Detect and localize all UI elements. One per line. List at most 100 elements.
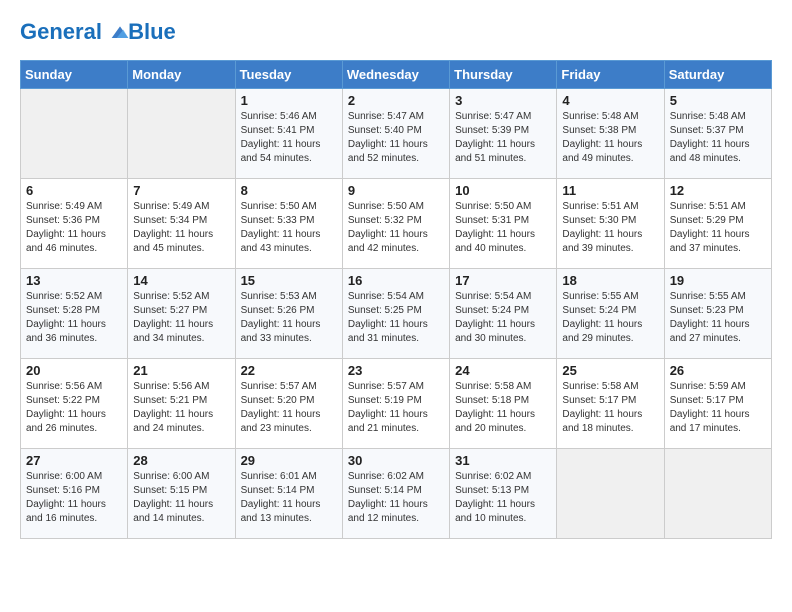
- day-number: 14: [133, 273, 229, 288]
- day-number: 18: [562, 273, 658, 288]
- calendar-cell: 2 Sunrise: 5:47 AM Sunset: 5:40 PM Daylig…: [342, 89, 449, 179]
- day-number: 29: [241, 453, 337, 468]
- calendar-cell: 9 Sunrise: 5:50 AM Sunset: 5:32 PM Daylig…: [342, 179, 449, 269]
- day-number: 13: [26, 273, 122, 288]
- day-number: 28: [133, 453, 229, 468]
- calendar-cell: 6 Sunrise: 5:49 AM Sunset: 5:36 PM Daylig…: [21, 179, 128, 269]
- day-info: Sunrise: 5:59 AM Sunset: 5:17 PM Dayligh…: [670, 381, 750, 434]
- day-info: Sunrise: 5:55 AM Sunset: 5:24 PM Dayligh…: [562, 291, 642, 344]
- weekday-header: Tuesday: [235, 61, 342, 89]
- day-info: Sunrise: 6:01 AM Sunset: 5:14 PM Dayligh…: [241, 471, 321, 524]
- day-number: 30: [348, 453, 444, 468]
- calendar-table: SundayMondayTuesdayWednesdayThursdayFrid…: [20, 60, 772, 539]
- day-info: Sunrise: 5:52 AM Sunset: 5:27 PM Dayligh…: [133, 291, 213, 344]
- day-info: Sunrise: 5:57 AM Sunset: 5:20 PM Dayligh…: [241, 381, 321, 434]
- day-number: 6: [26, 183, 122, 198]
- day-number: 8: [241, 183, 337, 198]
- day-info: Sunrise: 5:54 AM Sunset: 5:25 PM Dayligh…: [348, 291, 428, 344]
- day-number: 3: [455, 93, 551, 108]
- day-info: Sunrise: 5:48 AM Sunset: 5:37 PM Dayligh…: [670, 111, 750, 164]
- day-number: 16: [348, 273, 444, 288]
- calendar-cell: 27 Sunrise: 6:00 AM Sunset: 5:16 PM Dayli…: [21, 449, 128, 539]
- day-number: 23: [348, 363, 444, 378]
- day-info: Sunrise: 5:53 AM Sunset: 5:26 PM Dayligh…: [241, 291, 321, 344]
- calendar-cell: 4 Sunrise: 5:48 AM Sunset: 5:38 PM Daylig…: [557, 89, 664, 179]
- calendar-cell: 12 Sunrise: 5:51 AM Sunset: 5:29 PM Dayli…: [664, 179, 771, 269]
- calendar-cell: 18 Sunrise: 5:55 AM Sunset: 5:24 PM Dayli…: [557, 269, 664, 359]
- calendar-cell: 1Sunrise: 5:46 AM Sunset: 5:41 PM Daylig…: [235, 89, 342, 179]
- day-info: Sunrise: 5:47 AM Sunset: 5:39 PM Dayligh…: [455, 111, 535, 164]
- logo-text: General: [20, 20, 130, 44]
- calendar-week-row: 1Sunrise: 5:46 AM Sunset: 5:41 PM Daylig…: [21, 89, 772, 179]
- calendar-cell: 22 Sunrise: 5:57 AM Sunset: 5:20 PM Dayli…: [235, 359, 342, 449]
- calendar-cell: 17Sunrise: 5:54 AM Sunset: 5:24 PM Dayli…: [450, 269, 557, 359]
- day-number: 22: [241, 363, 337, 378]
- calendar-cell: [664, 449, 771, 539]
- day-number: 7: [133, 183, 229, 198]
- calendar-cell: 20 Sunrise: 5:56 AM Sunset: 5:22 PM Dayli…: [21, 359, 128, 449]
- calendar-cell: 10 Sunrise: 5:50 AM Sunset: 5:31 PM Dayli…: [450, 179, 557, 269]
- calendar-cell: 31 Sunrise: 6:02 AM Sunset: 5:13 PM Dayli…: [450, 449, 557, 539]
- calendar-cell: 13Sunrise: 5:52 AM Sunset: 5:28 PM Dayli…: [21, 269, 128, 359]
- day-info: Sunrise: 5:49 AM Sunset: 5:34 PM Dayligh…: [133, 201, 213, 254]
- day-number: 24: [455, 363, 551, 378]
- calendar-cell: 30 Sunrise: 6:02 AM Sunset: 5:14 PM Dayli…: [342, 449, 449, 539]
- calendar-week-row: 13Sunrise: 5:52 AM Sunset: 5:28 PM Dayli…: [21, 269, 772, 359]
- day-info: Sunrise: 6:02 AM Sunset: 5:13 PM Dayligh…: [455, 471, 535, 524]
- day-number: 15: [241, 273, 337, 288]
- calendar-cell: 11 Sunrise: 5:51 AM Sunset: 5:30 PM Dayli…: [557, 179, 664, 269]
- calendar-cell: 5Sunrise: 5:48 AM Sunset: 5:37 PM Daylig…: [664, 89, 771, 179]
- weekday-header: Saturday: [664, 61, 771, 89]
- day-number: 26: [670, 363, 766, 378]
- calendar-header: SundayMondayTuesdayWednesdayThursdayFrid…: [21, 61, 772, 89]
- day-number: 12: [670, 183, 766, 198]
- calendar-cell: 25Sunrise: 5:58 AM Sunset: 5:17 PM Dayli…: [557, 359, 664, 449]
- day-number: 17: [455, 273, 551, 288]
- day-number: 9: [348, 183, 444, 198]
- calendar-week-row: 27 Sunrise: 6:00 AM Sunset: 5:16 PM Dayli…: [21, 449, 772, 539]
- day-info: Sunrise: 5:49 AM Sunset: 5:36 PM Dayligh…: [26, 201, 106, 254]
- calendar-week-row: 20 Sunrise: 5:56 AM Sunset: 5:22 PM Dayli…: [21, 359, 772, 449]
- calendar-cell: [21, 89, 128, 179]
- day-info: Sunrise: 6:02 AM Sunset: 5:14 PM Dayligh…: [348, 471, 428, 524]
- weekday-header: Thursday: [450, 61, 557, 89]
- calendar-cell: 24Sunrise: 5:58 AM Sunset: 5:18 PM Dayli…: [450, 359, 557, 449]
- day-info: Sunrise: 5:57 AM Sunset: 5:19 PM Dayligh…: [348, 381, 428, 434]
- day-number: 10: [455, 183, 551, 198]
- weekday-header: Friday: [557, 61, 664, 89]
- day-number: 2: [348, 93, 444, 108]
- day-info: Sunrise: 5:48 AM Sunset: 5:38 PM Dayligh…: [562, 111, 642, 164]
- day-info: Sunrise: 5:55 AM Sunset: 5:23 PM Dayligh…: [670, 291, 750, 344]
- day-info: Sunrise: 5:58 AM Sunset: 5:17 PM Dayligh…: [562, 381, 642, 434]
- calendar-cell: 29 Sunrise: 6:01 AM Sunset: 5:14 PM Dayli…: [235, 449, 342, 539]
- day-number: 20: [26, 363, 122, 378]
- day-info: Sunrise: 5:56 AM Sunset: 5:22 PM Dayligh…: [26, 381, 106, 434]
- calendar-cell: 8 Sunrise: 5:50 AM Sunset: 5:33 PM Daylig…: [235, 179, 342, 269]
- calendar-cell: [128, 89, 235, 179]
- day-number: 11: [562, 183, 658, 198]
- day-info: Sunrise: 5:47 AM Sunset: 5:40 PM Dayligh…: [348, 111, 428, 164]
- day-info: Sunrise: 5:56 AM Sunset: 5:21 PM Dayligh…: [133, 381, 213, 434]
- calendar-cell: 21Sunrise: 5:56 AM Sunset: 5:21 PM Dayli…: [128, 359, 235, 449]
- day-info: Sunrise: 5:51 AM Sunset: 5:29 PM Dayligh…: [670, 201, 750, 254]
- calendar-cell: 23 Sunrise: 5:57 AM Sunset: 5:19 PM Dayli…: [342, 359, 449, 449]
- day-info: Sunrise: 5:51 AM Sunset: 5:30 PM Dayligh…: [562, 201, 642, 254]
- day-info: Sunrise: 5:50 AM Sunset: 5:31 PM Dayligh…: [455, 201, 535, 254]
- calendar-cell: 19 Sunrise: 5:55 AM Sunset: 5:23 PM Dayli…: [664, 269, 771, 359]
- day-info: Sunrise: 5:50 AM Sunset: 5:32 PM Dayligh…: [348, 201, 428, 254]
- calendar-cell: 14 Sunrise: 5:52 AM Sunset: 5:27 PM Dayli…: [128, 269, 235, 359]
- day-number: 31: [455, 453, 551, 468]
- calendar-cell: 26 Sunrise: 5:59 AM Sunset: 5:17 PM Dayli…: [664, 359, 771, 449]
- weekday-header: Wednesday: [342, 61, 449, 89]
- day-number: 27: [26, 453, 122, 468]
- calendar-cell: 16 Sunrise: 5:54 AM Sunset: 5:25 PM Dayli…: [342, 269, 449, 359]
- calendar-cell: 28 Sunrise: 6:00 AM Sunset: 5:15 PM Dayli…: [128, 449, 235, 539]
- day-number: 19: [670, 273, 766, 288]
- day-info: Sunrise: 6:00 AM Sunset: 5:15 PM Dayligh…: [133, 471, 213, 524]
- calendar-week-row: 6 Sunrise: 5:49 AM Sunset: 5:36 PM Daylig…: [21, 179, 772, 269]
- calendar-cell: 3 Sunrise: 5:47 AM Sunset: 5:39 PM Daylig…: [450, 89, 557, 179]
- day-info: Sunrise: 5:46 AM Sunset: 5:41 PM Dayligh…: [241, 111, 321, 164]
- day-info: Sunrise: 5:50 AM Sunset: 5:33 PM Dayligh…: [241, 201, 321, 254]
- day-number: 4: [562, 93, 658, 108]
- day-info: Sunrise: 6:00 AM Sunset: 5:16 PM Dayligh…: [26, 471, 106, 524]
